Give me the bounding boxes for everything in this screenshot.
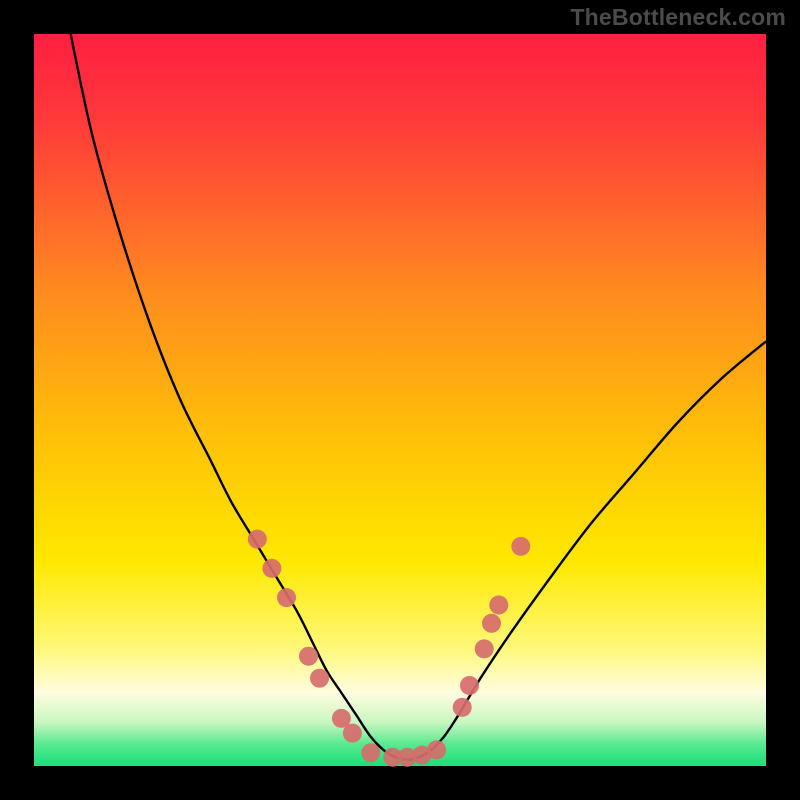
data-marker: [262, 559, 281, 578]
chart-svg: [34, 34, 766, 766]
bottleneck-curve: [71, 34, 766, 760]
data-marker: [310, 669, 329, 688]
watermark: TheBottleneck.com: [570, 4, 786, 31]
data-marker: [343, 724, 362, 743]
plot-area: [34, 34, 766, 766]
data-marker: [427, 740, 446, 759]
data-markers: [248, 530, 531, 767]
data-marker: [277, 588, 296, 607]
data-marker: [482, 614, 501, 633]
data-marker: [453, 698, 472, 717]
data-marker: [299, 647, 318, 666]
data-marker: [475, 639, 494, 658]
data-marker: [460, 676, 479, 695]
data-marker: [361, 743, 380, 762]
data-marker: [489, 596, 508, 615]
chart-frame: TheBottleneck.com: [0, 0, 800, 800]
data-marker: [511, 537, 530, 556]
data-marker: [248, 530, 267, 549]
